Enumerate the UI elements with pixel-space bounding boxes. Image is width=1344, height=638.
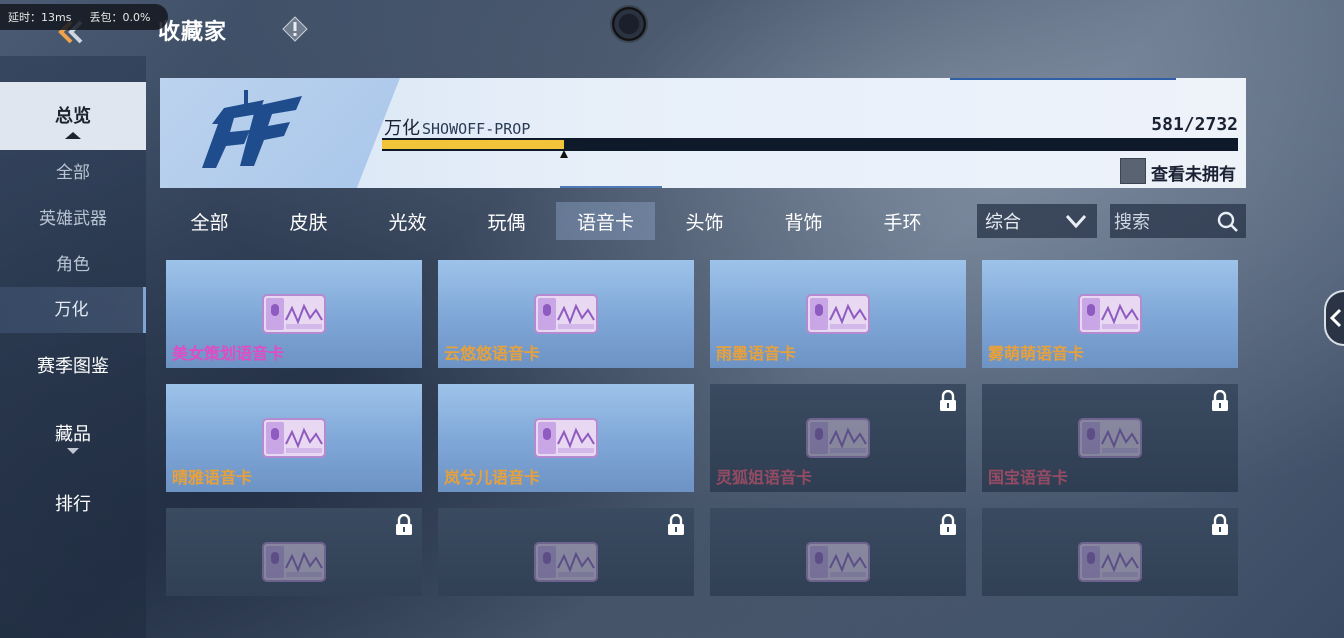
sidebar-item-label: 藏品 xyxy=(55,424,91,445)
banner-bottom-line xyxy=(560,186,662,188)
lock-icon xyxy=(668,514,684,535)
tab-backwear[interactable]: 背饰 xyxy=(754,202,853,240)
progress-fill xyxy=(382,140,565,149)
sidebar-item-label: 全部 xyxy=(56,163,90,183)
voice-card-label: 灵狐姐语音卡 xyxy=(716,468,813,487)
voice-card-item[interactable] xyxy=(710,508,966,596)
voice-card-item[interactable]: 岚兮儿语音卡 xyxy=(438,384,694,492)
lock-icon xyxy=(940,390,956,411)
camera-cutout xyxy=(610,5,648,43)
tab-effects[interactable]: 光效 xyxy=(358,202,457,240)
voice-card-icon xyxy=(262,418,326,458)
network-status: 延时：13ms 丢包：0.0% xyxy=(0,4,168,30)
sidebar-item-label: 万化 xyxy=(54,300,89,320)
chevron-left-icon xyxy=(1330,308,1342,328)
sidebar-item-collections[interactable]: 藏品 xyxy=(0,420,146,460)
item-grid: 美女策划语音卡 云悠悠语音卡 雨墨语音卡 雾萌萌语音卡晴雅语音卡 岚兮儿语音卡 灵狐姐语音… xyxy=(166,260,1238,596)
voice-card-label: 云悠悠语音卡 xyxy=(444,344,541,363)
search-placeholder: 搜索 xyxy=(1114,212,1150,233)
banner-subname-text: SHOWOFF-PROP xyxy=(422,120,531,138)
voice-card-item[interactable] xyxy=(166,508,422,596)
lock-icon xyxy=(396,514,412,535)
tab-bracelets[interactable]: 手环 xyxy=(853,202,952,240)
progress-marker-icon xyxy=(560,150,569,158)
voice-card-item[interactable]: 云悠悠语音卡 xyxy=(438,260,694,368)
voice-card-item[interactable] xyxy=(982,508,1238,596)
tab-all[interactable]: 全部 xyxy=(160,202,259,240)
voice-card-icon xyxy=(262,542,326,582)
sidebar-item-label: 英雄武器 xyxy=(39,209,107,229)
sidebar-item-hero-weapons[interactable]: 英雄武器 xyxy=(0,202,146,236)
lock-icon xyxy=(1212,514,1228,535)
caret-down-icon xyxy=(67,448,79,454)
voice-card-icon xyxy=(534,418,598,458)
show-unowned-checkbox[interactable] xyxy=(1120,158,1146,184)
sidebar-item-ranking[interactable]: 排行 xyxy=(0,488,146,522)
voice-card-item[interactable]: 美女策划语音卡 xyxy=(166,260,422,368)
collection-progress-bar xyxy=(382,138,1238,158)
lock-icon xyxy=(940,514,956,535)
lock-icon xyxy=(1212,390,1228,411)
banner-top-line xyxy=(950,78,1176,80)
search-icon xyxy=(1217,211,1238,232)
voice-card-icon xyxy=(1078,294,1142,334)
voice-card-icon xyxy=(806,418,870,458)
sidebar-item-label: 排行 xyxy=(55,494,91,515)
sidebar-item-characters[interactable]: 角色 xyxy=(0,248,146,282)
voice-card-icon xyxy=(1078,542,1142,582)
tab-headwear[interactable]: 头饰 xyxy=(655,202,754,240)
caret-up-icon xyxy=(65,132,81,139)
banner-category-name: 万化 SHOWOFF-PROP xyxy=(384,114,530,140)
tab-voice-cards[interactable]: 语音卡 xyxy=(556,202,655,240)
cf-logo-icon xyxy=(202,90,302,168)
sidebar-item-wanhua[interactable]: 万化 xyxy=(0,287,146,333)
banner-name-text: 万化 xyxy=(384,118,420,139)
category-tabs: 全部 皮肤 光效 玩偶 语音卡 头饰 背饰 手环 xyxy=(160,202,970,240)
info-icon xyxy=(282,16,308,42)
voice-card-item[interactable]: 雨墨语音卡 xyxy=(710,260,966,368)
sidebar: 总览 全部 英雄武器 角色 万化 赛季图鉴 藏品 排行 xyxy=(0,56,146,638)
voice-card-item[interactable]: 晴雅语音卡 xyxy=(166,384,422,492)
voice-card-item[interactable]: 雾萌萌语音卡 xyxy=(982,260,1238,368)
page-title: 收藏家 xyxy=(158,20,228,45)
collection-banner: 万化 SHOWOFF-PROP 581/2732 查看未拥有 xyxy=(160,78,1246,188)
voice-card-item[interactable] xyxy=(438,508,694,596)
voice-card-icon xyxy=(806,542,870,582)
sort-value: 综合 xyxy=(985,212,1021,233)
voice-card-icon xyxy=(262,294,326,334)
sidebar-item-label: 角色 xyxy=(56,255,90,275)
sidebar-item-all[interactable]: 全部 xyxy=(0,156,146,190)
chevron-down-icon xyxy=(1065,214,1087,229)
sidebar-item-season-atlas[interactable]: 赛季图鉴 xyxy=(0,350,146,384)
voice-card-label: 国宝语音卡 xyxy=(988,468,1069,487)
packet-loss-text: 丢包：0.0% xyxy=(89,11,151,24)
voice-card-label: 雾萌萌语音卡 xyxy=(988,344,1085,363)
sidebar-item-label: 总览 xyxy=(55,106,91,127)
show-unowned-label[interactable]: 查看未拥有 xyxy=(1151,160,1236,185)
latency-text: 延时：13ms xyxy=(8,11,72,24)
voice-card-label: 晴雅语音卡 xyxy=(172,468,253,487)
voice-card-icon xyxy=(534,542,598,582)
tab-dolls[interactable]: 玩偶 xyxy=(457,202,556,240)
voice-card-label: 岚兮儿语音卡 xyxy=(444,468,541,487)
side-drawer-handle[interactable] xyxy=(1324,290,1344,346)
info-button[interactable] xyxy=(282,16,308,42)
sidebar-item-overview[interactable]: 总览 xyxy=(0,82,146,150)
search-input[interactable]: 搜索 xyxy=(1110,204,1246,238)
voice-card-label: 雨墨语音卡 xyxy=(716,344,797,363)
voice-card-icon xyxy=(806,294,870,334)
tab-skins[interactable]: 皮肤 xyxy=(259,202,358,240)
sort-dropdown[interactable]: 综合 xyxy=(977,204,1097,238)
voice-card-item[interactable]: 国宝语音卡 xyxy=(982,384,1238,492)
voice-card-item[interactable]: 灵狐姐语音卡 xyxy=(710,384,966,492)
voice-card-label: 美女策划语音卡 xyxy=(172,344,285,363)
voice-card-icon xyxy=(534,294,598,334)
sidebar-item-label: 赛季图鉴 xyxy=(37,356,109,377)
collection-count: 581/2732 xyxy=(1151,114,1238,135)
voice-card-icon xyxy=(1078,418,1142,458)
